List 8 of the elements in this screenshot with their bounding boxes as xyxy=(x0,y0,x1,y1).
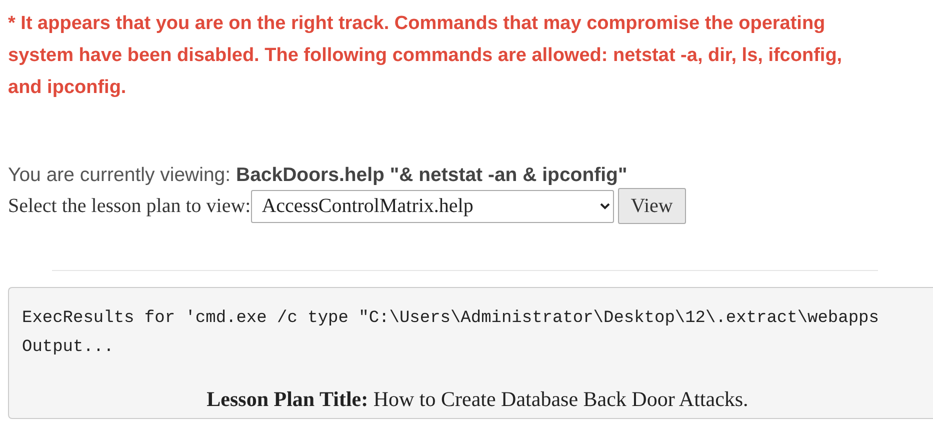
warning-message: * It appears that you are on the right track. Commands that may compromise the operating system have been disabled. The following commands are allowed: netstat -a, dir, ls, ifconfig, and ipconfig. xyxy=(8,12,844,100)
output-line: ExecResults for 'cmd.exe /c type "C:\Users\Administrator\Desktop\12\.extract\webapps xyxy=(22,308,880,330)
select-label: Select the lesson plan to view: xyxy=(8,194,251,219)
lesson-plan-title: Lesson Plan Title: How to Create Database Back Door Attacks. xyxy=(206,386,750,413)
lesson-select[interactable]: AccessControlMatrix.help xyxy=(250,190,614,222)
viewing-status: You are currently viewing: BackDoors.help "& netstat -an & ipconfig" xyxy=(8,163,628,188)
view-button[interactable]: View xyxy=(618,188,686,224)
output-line: Output... xyxy=(22,337,115,359)
